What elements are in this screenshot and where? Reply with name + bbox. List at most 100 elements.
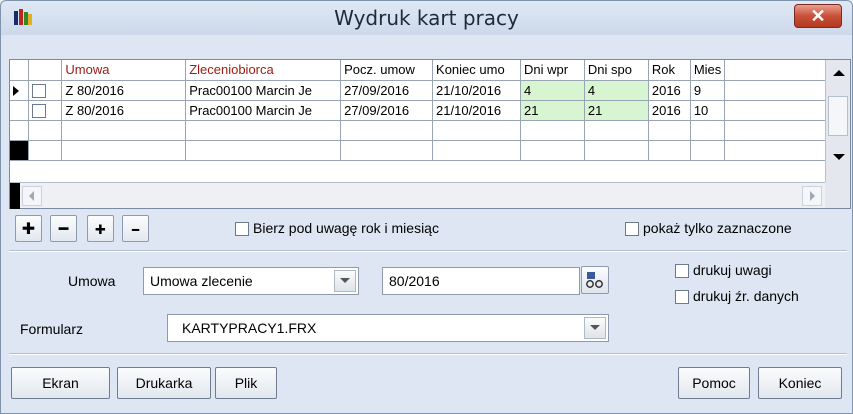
minus-all-icon: ━ bbox=[131, 223, 140, 237]
close-button[interactable]: ✕ bbox=[794, 4, 842, 28]
cell-umowa[interactable]: Z 80/2016 bbox=[61, 80, 187, 101]
print-source-label: drukuj źr. danych bbox=[693, 288, 799, 304]
column-header-empty bbox=[724, 60, 826, 81]
column-header-koniec-umowy[interactable]: Koniec umo bbox=[432, 60, 521, 81]
cell-umowa[interactable]: Z 80/2016 bbox=[61, 100, 187, 121]
window-title: Wydruk kart pracy bbox=[334, 6, 519, 30]
table-row[interactable]: Z 80/2016 Prac00100 Marcin Je 27/09/2016… bbox=[10, 100, 826, 121]
current-row-indicator bbox=[10, 80, 30, 101]
column-header-pocz-umowy[interactable]: Pocz. umow bbox=[340, 60, 434, 81]
contract-number-value: 80/2016 bbox=[389, 273, 440, 289]
arrow-right-icon bbox=[810, 191, 815, 201]
vertical-scrollbar[interactable] bbox=[825, 60, 850, 184]
chevron-down-icon bbox=[340, 278, 350, 283]
row-pointer-icon bbox=[13, 85, 19, 96]
scrollbar-marker bbox=[10, 183, 20, 209]
divider bbox=[9, 353, 847, 355]
cell-pocz-umowy[interactable]: 27/09/2016 bbox=[340, 80, 434, 101]
cell-mies[interactable]: 10 bbox=[690, 100, 726, 121]
print-source-checkbox[interactable] bbox=[675, 290, 689, 305]
print-notes-checkbox[interactable] bbox=[675, 264, 689, 279]
scroll-right-button[interactable] bbox=[802, 186, 822, 206]
indicator-header bbox=[10, 60, 30, 81]
row-checkbox-cell[interactable] bbox=[28, 80, 63, 101]
print-work-cards-dialog: Wydruk kart pracy ✕ Umowa Zleceniobiorca… bbox=[0, 0, 853, 414]
print-source-option[interactable]: drukuj źr. danych bbox=[675, 288, 799, 305]
umowa-label: Umowa bbox=[68, 273, 116, 289]
cell-empty bbox=[724, 100, 826, 121]
form-template-dropdown-button[interactable] bbox=[584, 317, 606, 339]
contract-type-select[interactable]: Umowa zlecenie bbox=[143, 267, 359, 295]
plus-all-icon: ✚ bbox=[95, 223, 106, 238]
column-header-mies[interactable]: Mies bbox=[690, 60, 726, 81]
file-button[interactable]: Plik bbox=[215, 367, 277, 399]
help-button-label: Pomoc bbox=[692, 375, 736, 391]
show-selected-option[interactable]: pokaż tylko zaznaczone bbox=[625, 220, 792, 237]
help-button[interactable]: Pomoc bbox=[678, 367, 750, 399]
year-month-label: Bierz pod uwagę rok i miesiąc bbox=[253, 220, 439, 236]
close-dialog-button-label: Koniec bbox=[778, 375, 822, 391]
remove-all-button[interactable]: ━ bbox=[122, 215, 149, 242]
screen-button[interactable]: Ekran bbox=[11, 367, 110, 399]
cell-rok[interactable]: 2016 bbox=[648, 80, 691, 101]
column-header-rok[interactable]: Rok bbox=[648, 60, 691, 81]
cell-koniec-umowy[interactable]: 21/10/2016 bbox=[432, 80, 521, 101]
column-header-umowa[interactable]: Umowa bbox=[61, 60, 187, 81]
cell-zleceniobiorca[interactable]: Prac00100 Marcin Je bbox=[185, 80, 342, 101]
add-all-button[interactable]: ✚ bbox=[87, 215, 114, 242]
printer-button[interactable]: Drukarka bbox=[117, 367, 211, 399]
title-bar: Wydruk kart pracy ✕ bbox=[1, 1, 852, 35]
header-row: Umowa Zleceniobiorca Pocz. umow Koniec u… bbox=[10, 60, 826, 81]
cell-mies[interactable]: 9 bbox=[690, 80, 726, 101]
table-row[interactable]: Z 80/2016 Prac00100 Marcin Je 27/09/2016… bbox=[10, 80, 826, 101]
year-month-checkbox[interactable] bbox=[235, 222, 249, 237]
contract-number-field[interactable]: 80/2016 bbox=[382, 267, 580, 295]
divider bbox=[9, 250, 847, 252]
scroll-left-button[interactable] bbox=[22, 186, 42, 206]
empty-row bbox=[10, 140, 826, 161]
column-header-dni-spo[interactable]: Dni spo bbox=[584, 60, 649, 81]
year-month-option[interactable]: Bierz pod uwagę rok i miesiąc bbox=[235, 220, 439, 237]
cell-dni-wpr[interactable]: 4 bbox=[520, 80, 585, 101]
add-row-button[interactable]: ✚ bbox=[15, 215, 42, 242]
row-checkbox[interactable] bbox=[32, 103, 47, 118]
contract-type-dropdown-button[interactable] bbox=[334, 270, 356, 292]
empty-row bbox=[10, 120, 826, 141]
arrow-left-icon bbox=[29, 191, 34, 201]
cell-dni-wpr[interactable]: 21 bbox=[520, 100, 585, 121]
show-selected-checkbox[interactable] bbox=[625, 222, 639, 237]
close-dialog-button[interactable]: Koniec bbox=[758, 367, 842, 399]
chevron-down-icon bbox=[590, 325, 600, 330]
check-header bbox=[28, 60, 63, 81]
print-notes-option[interactable]: drukuj uwagi bbox=[675, 262, 772, 279]
arrow-up-icon bbox=[833, 70, 845, 76]
row-indicator bbox=[10, 100, 30, 121]
cell-dni-spo[interactable]: 4 bbox=[584, 80, 649, 101]
vertical-scroll-thumb[interactable] bbox=[828, 96, 848, 136]
cell-dni-spo[interactable]: 21 bbox=[584, 100, 649, 121]
scroll-down-button[interactable] bbox=[826, 148, 851, 168]
work-cards-grid[interactable]: Umowa Zleceniobiorca Pocz. umow Koniec u… bbox=[9, 59, 851, 209]
cell-koniec-umowy[interactable]: 21/10/2016 bbox=[432, 100, 521, 121]
cell-zleceniobiorca[interactable]: Prac00100 Marcin Je bbox=[185, 100, 342, 121]
contract-picker-button[interactable] bbox=[581, 266, 609, 294]
scrollbar-corner bbox=[825, 182, 850, 208]
file-button-label: Plik bbox=[234, 375, 258, 391]
remove-row-button[interactable]: ━ bbox=[50, 215, 77, 242]
screen-button-label: Ekran bbox=[42, 375, 79, 391]
work-cards-table: Umowa Zleceniobiorca Pocz. umow Koniec u… bbox=[10, 60, 826, 161]
form-template-select[interactable]: KARTYPRACY1.FRX bbox=[167, 314, 609, 342]
row-checkbox-cell[interactable] bbox=[28, 100, 63, 121]
minus-icon: ━ bbox=[58, 219, 69, 238]
binoculars-icon bbox=[586, 272, 603, 288]
show-selected-label: pokaż tylko zaznaczone bbox=[643, 220, 792, 236]
cell-rok[interactable]: 2016 bbox=[648, 100, 691, 121]
column-header-dni-wpr[interactable]: Dni wpr bbox=[520, 60, 585, 81]
column-header-zleceniobiorca[interactable]: Zleceniobiorca bbox=[185, 60, 342, 81]
row-checkbox[interactable] bbox=[32, 83, 47, 98]
plus-icon: ✚ bbox=[21, 219, 36, 238]
horizontal-scrollbar[interactable] bbox=[10, 182, 826, 209]
cell-pocz-umowy[interactable]: 27/09/2016 bbox=[340, 100, 434, 121]
scroll-up-button[interactable] bbox=[826, 64, 851, 84]
arrow-down-icon bbox=[833, 154, 845, 160]
